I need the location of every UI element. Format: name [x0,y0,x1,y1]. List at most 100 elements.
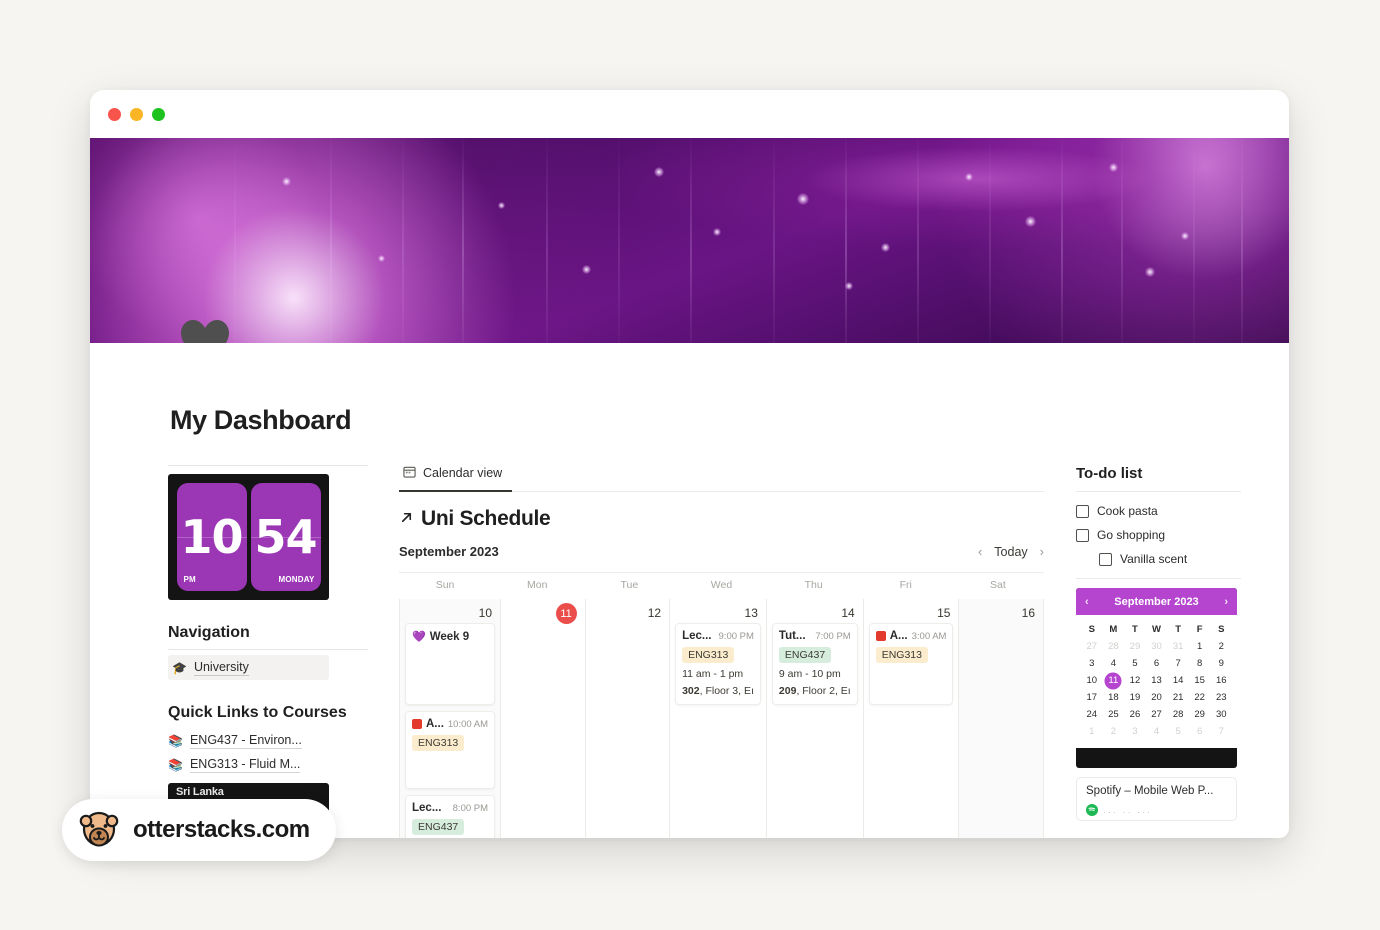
left-sidebar: 10 PM 54 MONDAY Navigation 🎓 University … [168,465,368,838]
calendar-event-card[interactable]: A... 10:00 AM ENG313 [405,711,496,789]
mini-calendar-day[interactable]: 8 [1189,655,1211,672]
schedule-title-row[interactable]: Uni Schedule [399,507,1044,531]
calendar-day-cell[interactable]: 16 [958,599,1044,838]
mini-calendar-day[interactable]: 25 [1103,706,1125,723]
calendar-prev-button[interactable]: ‹ [978,544,982,559]
calendar-event-card[interactable]: Lec... 9:00 PM ENG313 11 am - 1 pm 302, Floo… [675,623,761,705]
todo-checkbox[interactable] [1076,504,1089,518]
todo-label: Cook pasta [1097,504,1158,518]
event-title: Tut... [778,630,806,642]
calendar-event-card[interactable]: A... 3:00 AM ENG313 [868,623,954,705]
calendar-day-cell[interactable]: 15 A... 3:00 AM ENG313 [862,599,959,838]
calendar-day-cell[interactable]: 10 💜 Week 9 A... 10:00 AM ENG313 Lec... 8:00 PM… [399,599,501,838]
arrow-up-right-icon [399,507,414,531]
quick-link-eng313[interactable]: 📚 ENG313 - Fluid M... [168,753,329,777]
calendar-day-cell[interactable]: 14 Tut... 7:00 PM ENG437 9 am - 10 pm 209, Fl… [765,599,863,838]
mini-calendar-day[interactable]: 5 [1167,723,1189,740]
mini-calendar-day[interactable]: 23 [1210,689,1232,706]
event-course-tag: ENG313 [412,735,465,751]
close-window-button[interactable] [108,107,121,121]
calendar-day-cell[interactable]: 12 [584,599,670,838]
mini-calendar-day[interactable]: 22 [1189,689,1211,706]
quick-link-eng437[interactable]: 📚 ENG437 - Environ... [168,729,329,753]
minimize-window-button[interactable] [130,107,143,121]
mini-calendar-day[interactable]: 15 [1189,672,1211,689]
mini-calendar-selected-day[interactable]: 11 [1103,672,1125,689]
mini-calendar-day[interactable]: 4 [1103,655,1125,672]
mini-calendar-day[interactable]: 29 [1189,706,1211,723]
event-title: Lec... [682,630,712,642]
calendar-date: 16 [1021,606,1035,620]
spotify-widget[interactable]: Spotify – Mobile Web P... ··· ·· ··· [1076,777,1237,821]
mini-calendar-week-row: 24 25 26 27 28 29 30 [1081,706,1232,723]
mini-calendar-day-label: 11 [1108,675,1119,686]
mini-calendar-day[interactable]: 10 [1081,672,1103,689]
calendar-event-card[interactable]: Tut... 7:00 PM ENG437 9 am - 10 pm 209, Floo… [771,623,858,705]
mini-calendar-day[interactable]: 12 [1124,672,1146,689]
clock-hours-card: 10 PM [176,483,247,591]
mini-calendar-day[interactable]: 6 [1189,723,1211,740]
maximize-window-button[interactable] [152,107,165,121]
mini-calendar-day[interactable]: 13 [1146,672,1168,689]
mini-calendar-day[interactable]: 17 [1081,689,1103,706]
calendar-day-cell[interactable]: 13 Lec... 9:00 PM ENG313 11 am - 1 pm 302, Fl… [669,599,766,838]
mini-calendar-day[interactable]: 1 [1081,723,1103,740]
todo-checkbox[interactable] [1076,528,1089,542]
calendar-next-button[interactable]: › [1040,544,1044,559]
tab-calendar-view[interactable]: Calendar view [399,465,513,492]
sidebar-item-university[interactable]: 🎓 University [168,655,329,680]
mini-calendar-day[interactable]: 16 [1210,672,1232,689]
chevron-left-icon[interactable]: ‹ [1085,596,1089,608]
mini-calendar-day[interactable]: 24 [1081,706,1103,723]
mini-calendar-day[interactable]: 9 [1210,655,1232,672]
mini-calendar-day[interactable]: 14 [1167,672,1189,689]
mini-calendar-day[interactable]: 27 [1081,638,1103,655]
mini-calendar-day[interactable]: 28 [1167,706,1189,723]
mini-calendar-day[interactable]: 20 [1146,689,1168,706]
mini-calendar-day[interactable]: 3 [1081,655,1103,672]
calendar-date: 13 [744,606,758,620]
mini-calendar-day[interactable]: 6 [1146,655,1168,672]
mini-calendar-day[interactable]: 28 [1103,638,1125,655]
light-bokeh [965,172,974,181]
light-streak [233,138,236,343]
event-room: 209 [778,685,797,697]
mini-calendar-week-row: 10 11 12 13 14 15 16 [1081,672,1232,689]
event-time: 7:00 PM [815,630,851,642]
calendar-day-cell[interactable]: 11 [500,599,585,838]
mini-calendar-day[interactable]: 2 [1103,723,1125,740]
mini-calendar-day[interactable]: 29 [1124,638,1146,655]
heart-icon[interactable] [180,319,230,343]
mini-calendar-week-row: 1234567 [1081,723,1232,740]
mini-calendar-day[interactable]: 27 [1146,706,1168,723]
mini-calendar-day[interactable]: 21 [1167,689,1189,706]
mini-calendar-day[interactable]: 7 [1210,723,1232,740]
mini-calendar-day[interactable]: 2 [1210,638,1232,655]
mini-calendar-day[interactable]: 30 [1210,706,1232,723]
todo-item[interactable]: Vanilla scent [1076,547,1241,571]
day-of-week-row: Sun Mon Tue Wed Thu Fri Sat [399,573,1044,599]
todo-item[interactable]: Cook pasta [1076,499,1241,523]
todo-item[interactable]: Go shopping [1076,523,1241,547]
mini-calendar-day[interactable]: 19 [1124,689,1146,706]
mini-calendar-day[interactable]: 31 [1167,638,1189,655]
calendar-event-card[interactable]: Lec... 8:00 PM ENG437 [405,795,496,838]
right-sidebar: To-do list Cook pasta Go shopping Vanilla … [1076,465,1241,838]
mini-calendar-day[interactable]: 18 [1103,689,1125,706]
mini-calendar-month: September 2023 [1114,595,1199,608]
mini-calendar-week-row: 27 28 29 30 31 1 2 [1081,638,1232,655]
calendar-today-button[interactable]: Today [994,545,1027,559]
todo-checkbox[interactable] [1099,552,1112,566]
mini-calendar-day[interactable]: 26 [1124,706,1146,723]
today-badge: 11 [555,603,577,624]
chevron-right-icon[interactable]: › [1224,596,1228,608]
mini-calendar-day[interactable]: 5 [1124,655,1146,672]
otter-logo-icon [78,807,120,854]
mini-calendar-day[interactable]: 4 [1146,723,1168,740]
event-location-rest: , Floor 2, Eı [796,685,851,697]
calendar-event-card[interactable]: 💜 Week 9 [405,623,496,705]
mini-calendar-day[interactable]: 1 [1189,638,1211,655]
mini-calendar-day[interactable]: 7 [1167,655,1189,672]
mini-calendar-day[interactable]: 30 [1146,638,1168,655]
mini-calendar-day[interactable]: 3 [1124,723,1146,740]
